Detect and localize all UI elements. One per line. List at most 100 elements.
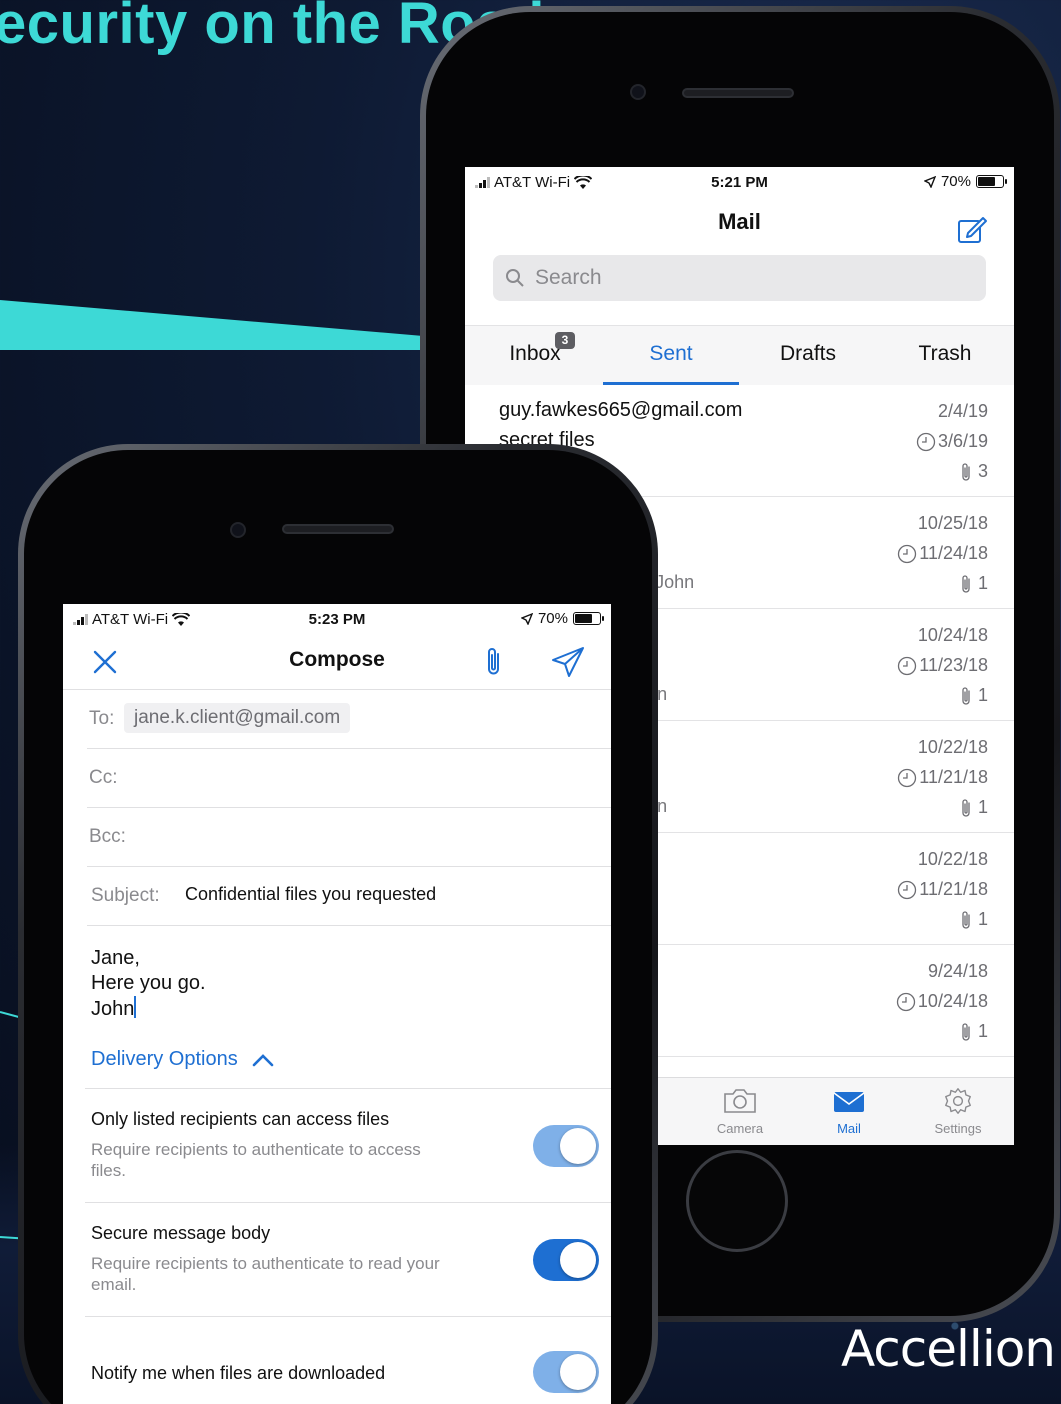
tab-drafts[interactable]: Drafts	[740, 342, 876, 366]
mail-title: Mail	[718, 209, 761, 234]
message-date: 10/22/18	[917, 737, 988, 757]
clock-icon	[898, 768, 917, 787]
message-attachments: 1	[960, 573, 988, 594]
message-expiry: 11/24/18	[897, 543, 988, 564]
message-body[interactable]: Jane, Here you go. John	[91, 946, 206, 1022]
notify-downloads-toggle[interactable]	[533, 1351, 599, 1393]
only-listed-recipients-toggle[interactable]	[533, 1125, 599, 1167]
clock-icon	[898, 656, 917, 675]
message-attachments: 1	[960, 685, 988, 706]
option-description: Require recipients to authenticate to re…	[91, 1254, 440, 1294]
envelope-icon	[833, 1092, 865, 1112]
status-bar: AT&T Wi-Fi 5:21 PM 70%	[465, 167, 1014, 197]
attachment-count: 1	[977, 797, 988, 817]
subject-field[interactable]: Subject: Confidential files you requeste…	[87, 867, 611, 926]
battery-percent: 70%	[537, 610, 568, 627]
paperclip-icon	[962, 462, 970, 481]
option-title: Notify me when files are downloaded	[91, 1363, 386, 1383]
paperclip-icon	[962, 798, 970, 817]
body-line: Jane,	[91, 947, 140, 969]
tabbar-camera[interactable]: Camera	[690, 1087, 790, 1136]
bcc-label: Bcc:	[89, 826, 126, 847]
location-arrow-icon	[520, 612, 533, 625]
subject-label: Subject:	[91, 885, 160, 906]
message-date: 10/22/18	[917, 849, 988, 869]
compose-title: Compose	[289, 648, 385, 671]
camera-icon	[724, 1089, 756, 1113]
home-button[interactable]	[686, 1150, 788, 1252]
clock-icon	[916, 432, 936, 451]
body-line: Here you go.	[91, 972, 206, 994]
tab-sent[interactable]: Sent	[603, 342, 739, 366]
tabbar-mail-label: Mail	[837, 1121, 861, 1136]
option-title: Only listed recipients can access files	[91, 1109, 390, 1129]
chevron-up-icon	[252, 1053, 274, 1066]
search-icon	[506, 269, 524, 287]
clock-icon	[898, 880, 917, 899]
tabbar-settings[interactable]: Settings	[908, 1087, 1008, 1136]
clock-icon	[896, 992, 916, 1011]
earpiece	[682, 88, 794, 98]
secure-message-body-toggle[interactable]	[533, 1239, 599, 1281]
message-attachments: 1	[960, 797, 988, 818]
gear-icon	[945, 1088, 971, 1114]
location-arrow-icon	[923, 175, 936, 188]
message-attachments: 1	[960, 1021, 988, 1042]
option-description: Require recipients to authenticate to ac…	[91, 1140, 421, 1180]
tab-inbox-label: Inbox	[509, 342, 561, 365]
message-expiry: 11/21/18	[897, 879, 988, 900]
search-field[interactable]: Search	[493, 255, 986, 301]
attachment-count: 1	[977, 573, 988, 593]
compose-screen: AT&T Wi-Fi 5:23 PM 70% Compose To: jane.…	[63, 604, 611, 1404]
battery-icon	[976, 175, 1007, 188]
front-camera	[230, 522, 246, 538]
option-only-listed-recipients: Only listed recipients can access files …	[85, 1088, 611, 1202]
tab-trash[interactable]: Trash	[877, 342, 1013, 366]
send-icon[interactable]	[551, 646, 585, 678]
message-expiry-date: 11/21/18	[919, 879, 988, 899]
earpiece	[282, 524, 394, 534]
cc-label: Cc:	[89, 767, 118, 788]
message-expiry: 11/21/18	[897, 767, 988, 788]
paperclip-icon	[962, 1022, 970, 1041]
tabbar-settings-label: Settings	[934, 1121, 982, 1136]
delivery-options-label: Delivery Options	[91, 1048, 238, 1070]
option-notify-downloads: Notify me when files are downloaded	[85, 1316, 611, 1404]
search-placeholder: Search	[535, 266, 602, 289]
attachment-count: 1	[977, 909, 988, 929]
message-date: 2/4/19	[937, 401, 988, 421]
tab-inbox[interactable]: Inbox 3	[467, 332, 603, 366]
text-cursor	[134, 996, 137, 1018]
subject-value: Confidential files you requested	[185, 884, 437, 904]
delivery-options-toggle[interactable]: Delivery Options	[91, 1048, 274, 1071]
to-field[interactable]: To: jane.k.client@gmail.com	[87, 690, 611, 749]
attachment-count: 3	[977, 461, 988, 481]
paperclip-icon[interactable]	[483, 646, 505, 678]
message-expiry: 11/23/18	[897, 655, 988, 676]
message-expiry-date: 11/24/18	[919, 543, 988, 563]
attachment-count: 1	[977, 1021, 988, 1041]
cc-field[interactable]: Cc:	[87, 749, 611, 808]
message-date: 10/24/18	[917, 625, 988, 645]
front-camera	[630, 84, 646, 100]
option-title: Secure message body	[91, 1223, 271, 1243]
message-expiry-date: 11/23/18	[919, 655, 988, 675]
message-expiry: 3/6/19	[916, 431, 988, 452]
battery-percent: 70%	[940, 173, 971, 190]
tabbar-mail[interactable]: Mail	[799, 1087, 899, 1136]
callout-wedge	[0, 300, 470, 350]
message-expiry-date: 11/21/18	[919, 767, 988, 787]
message-expiry-date: 3/6/19	[937, 431, 988, 451]
accellion-logo: Accellion	[840, 1320, 1056, 1378]
recipient-chip[interactable]: jane.k.client@gmail.com	[124, 703, 351, 733]
compose-icon[interactable]	[956, 213, 988, 245]
paperclip-icon	[962, 574, 970, 593]
message-date: 10/25/18	[917, 513, 988, 533]
to-label: To:	[89, 708, 115, 729]
message-attachments: 1	[960, 909, 988, 930]
mailbox-tabs: Inbox 3 Sent Drafts Trash	[465, 325, 1014, 385]
paperclip-icon	[962, 686, 970, 705]
body-line: John	[91, 998, 135, 1020]
option-secure-message-body: Secure message body Require recipients t…	[85, 1202, 611, 1316]
bcc-field[interactable]: Bcc:	[87, 808, 611, 867]
